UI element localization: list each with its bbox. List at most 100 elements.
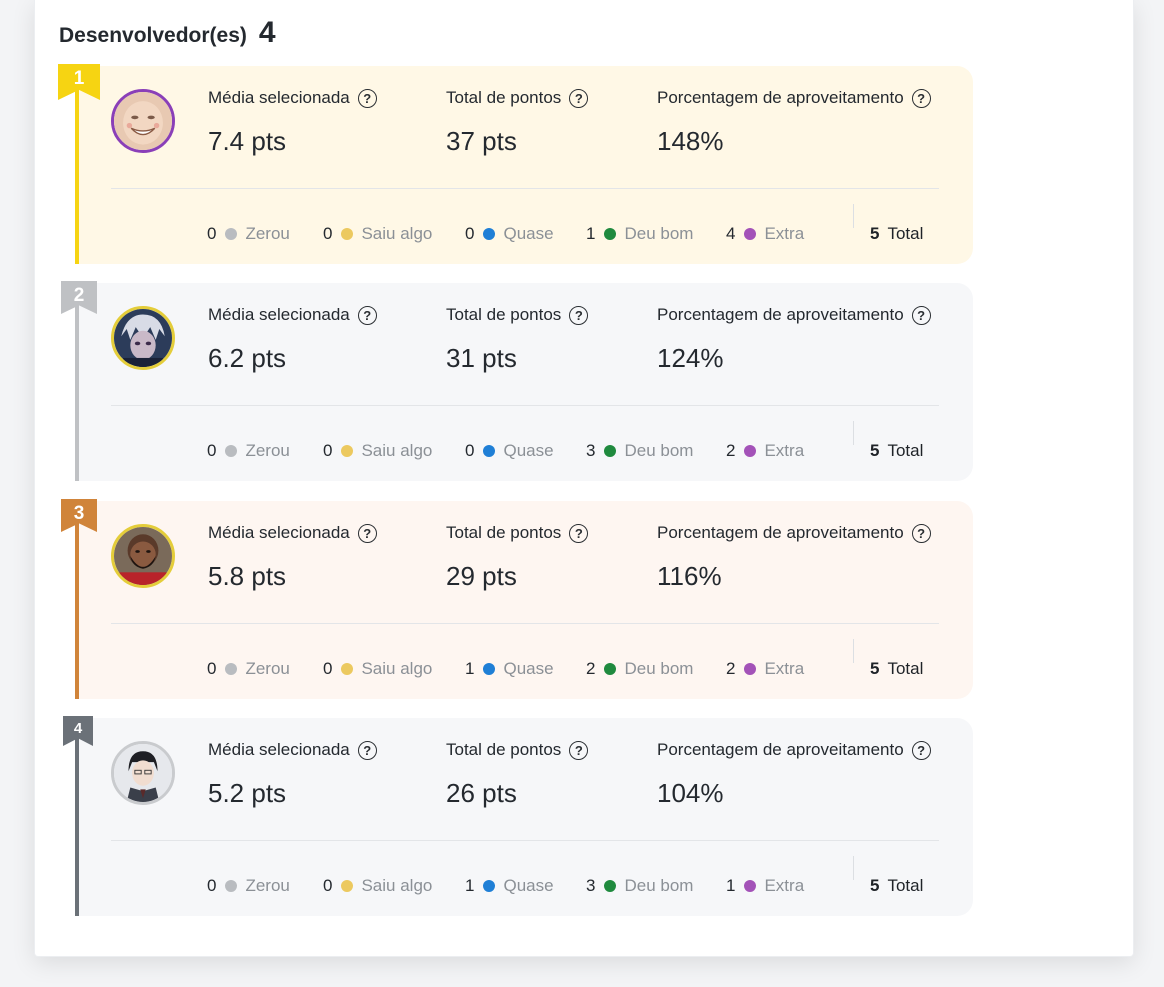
stat-label: Zerou — [245, 876, 290, 895]
help-icon[interactable]: ? — [357, 740, 377, 760]
media-metric: Média selecionada? 7.4 pts — [208, 86, 377, 157]
percentage-label: Porcentagem de aproveitamento — [657, 740, 904, 759]
stat-extra: 2 Extra — [726, 439, 804, 463]
stat-count: 0 — [207, 441, 217, 460]
total-count: 5 Total — [870, 222, 923, 246]
stat-zerou: 0 Zerou — [207, 439, 290, 463]
stat-count: 4 — [726, 224, 736, 243]
stat-saiu-algo: 0 Saiu algo — [323, 222, 432, 246]
help-icon[interactable]: ? — [911, 523, 931, 543]
percentage-value: 124% — [657, 343, 724, 373]
stat-count: 1 — [465, 876, 475, 895]
stat-label: Extra — [764, 224, 805, 243]
avatar[interactable] — [111, 741, 175, 805]
stat-label: Deu bom — [624, 224, 694, 243]
total-points-value: 26 pts — [446, 778, 517, 808]
total-label: Total — [887, 441, 924, 460]
stat-count: 2 — [726, 441, 736, 460]
stat-label: Zerou — [245, 441, 290, 460]
status-dot-icon — [604, 663, 617, 675]
status-breakdown: 0 Zerou 0 Saiu algo 0 Quase 3 Deu bom 2 Extra — [75, 439, 973, 465]
divider — [111, 840, 939, 841]
stat-label: Quase — [503, 876, 554, 895]
rank-badge: 3 — [61, 499, 97, 532]
percentage-value: 116% — [657, 561, 722, 591]
media-metric: Média selecionada? 5.2 pts — [208, 738, 377, 809]
stat-count: 2 — [726, 659, 736, 678]
developers-panel: Desenvolvedor(es) 4 1 Média selecionada?… — [34, 0, 1134, 957]
percentage-metric: Porcentagem de aproveitamento? 116% — [657, 521, 931, 592]
total-points-label: Total de pontos — [446, 305, 562, 324]
stat-count: 0 — [465, 441, 475, 460]
stat-count: 0 — [323, 876, 333, 895]
divider — [111, 405, 939, 406]
total-label: Total — [887, 224, 924, 243]
percentage-label: Porcentagem de aproveitamento — [657, 88, 904, 107]
help-icon[interactable]: ? — [911, 740, 931, 760]
total-points-value: 31 pts — [446, 343, 517, 373]
total-points-metric: Total de pontos? 29 pts — [446, 521, 589, 592]
avatar[interactable] — [111, 524, 175, 588]
total-value: 5 — [870, 224, 880, 243]
media-value: 7.4 pts — [208, 126, 287, 156]
help-icon[interactable]: ? — [569, 523, 589, 543]
section-header: Desenvolvedor(es) 4 — [59, 16, 276, 50]
help-icon[interactable]: ? — [569, 88, 589, 108]
stat-quase: 0 Quase — [465, 439, 554, 463]
stat-count: 3 — [586, 441, 596, 460]
avatar[interactable] — [111, 89, 175, 153]
status-dot-icon — [225, 445, 238, 457]
total-points-metric: Total de pontos? 37 pts — [446, 86, 589, 157]
help-icon[interactable]: ? — [357, 305, 377, 325]
status-dot-icon — [604, 445, 617, 457]
stat-label: Quase — [503, 441, 554, 460]
stat-label: Extra — [764, 441, 805, 460]
total-points-metric: Total de pontos? 31 pts — [446, 303, 589, 374]
stat-label: Saiu algo — [361, 659, 433, 678]
percentage-label: Porcentagem de aproveitamento — [657, 305, 904, 324]
stat-count: 1 — [726, 876, 736, 895]
help-icon[interactable]: ? — [357, 88, 377, 108]
stat-count: 0 — [465, 224, 475, 243]
help-icon[interactable]: ? — [569, 740, 589, 760]
avatar[interactable] — [111, 306, 175, 370]
total-label: Total — [887, 659, 924, 678]
status-dot-icon — [483, 445, 496, 457]
stat-saiu-algo: 0 Saiu algo — [323, 657, 432, 681]
stat-count: 0 — [323, 659, 333, 678]
developer-card: 4 Média selecionada? 5.2 pts Total de po… — [63, 716, 973, 916]
stat-label: Saiu algo — [361, 876, 433, 895]
stat-saiu-algo: 0 Saiu algo — [323, 874, 432, 898]
total-value: 5 — [870, 876, 880, 895]
stat-count: 3 — [586, 876, 596, 895]
status-dot-icon — [744, 445, 757, 457]
stat-count: 0 — [323, 224, 333, 243]
media-label: Média selecionada — [208, 740, 350, 759]
percentage-value: 104% — [657, 778, 724, 808]
status-dot-icon — [483, 880, 496, 892]
stat-label: Extra — [764, 659, 805, 678]
status-dot-icon — [744, 880, 757, 892]
stat-count: 0 — [207, 224, 217, 243]
stat-count: 1 — [465, 659, 475, 678]
stat-deu-bom: 1 Deu bom — [586, 222, 693, 246]
percentage-label: Porcentagem de aproveitamento — [657, 523, 904, 542]
avatar-image — [114, 744, 172, 802]
status-dot-icon — [341, 663, 354, 675]
media-label: Média selecionada — [208, 523, 350, 542]
help-icon[interactable]: ? — [911, 88, 931, 108]
percentage-metric: Porcentagem de aproveitamento? 104% — [657, 738, 931, 809]
developer-card: 3 Média selecionada? 5.8 pts Total de po… — [61, 499, 973, 699]
stat-deu-bom: 3 Deu bom — [586, 439, 693, 463]
media-label: Média selecionada — [208, 88, 350, 107]
help-icon[interactable]: ? — [911, 305, 931, 325]
help-icon[interactable]: ? — [357, 523, 377, 543]
avatar-image — [114, 92, 172, 150]
percentage-value: 148% — [657, 126, 724, 156]
total-points-label: Total de pontos — [446, 740, 562, 759]
stat-saiu-algo: 0 Saiu algo — [323, 439, 432, 463]
help-icon[interactable]: ? — [569, 305, 589, 325]
stat-quase: 1 Quase — [465, 874, 554, 898]
stat-count: 0 — [207, 659, 217, 678]
rank-badge: 1 — [58, 64, 100, 100]
